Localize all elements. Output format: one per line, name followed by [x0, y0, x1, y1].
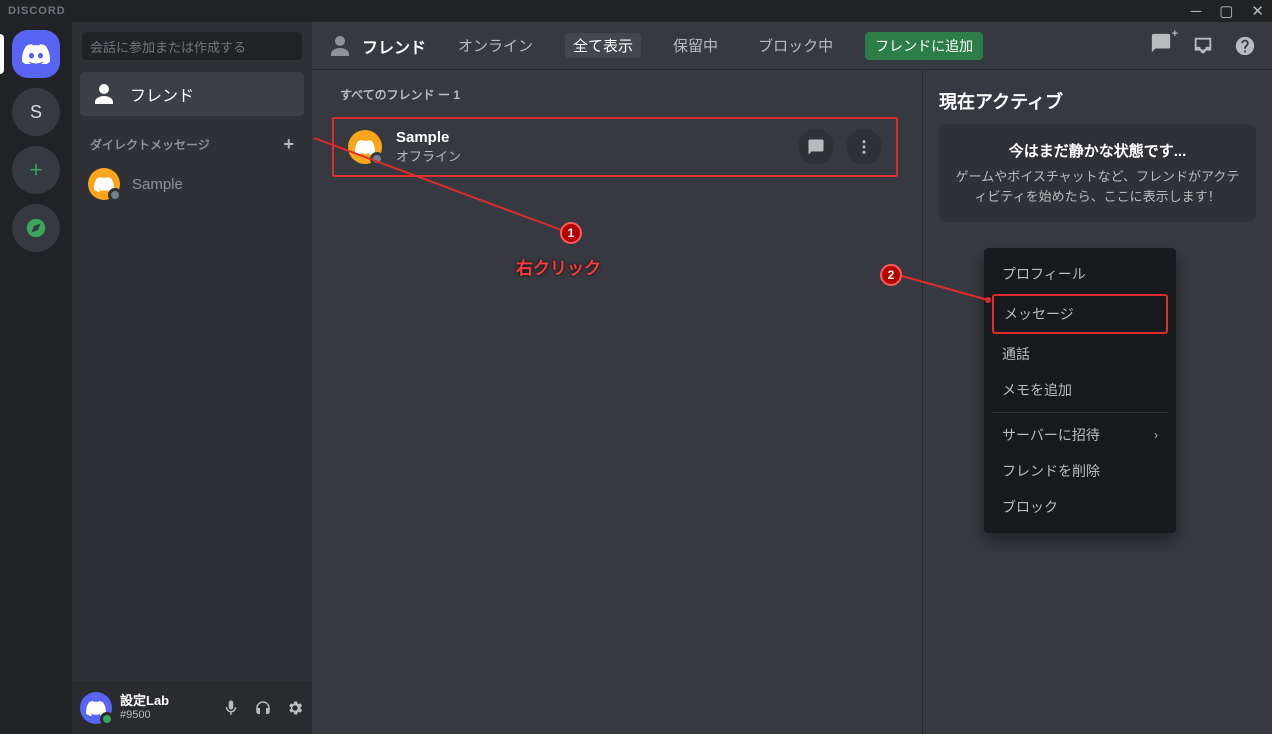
cm-remove-friend[interactable]: フレンドを削除 [992, 453, 1168, 489]
cm-message[interactable]: メッセージ [992, 294, 1168, 334]
chevron-right-icon: › [1154, 428, 1158, 442]
dm-item-sample[interactable]: Sample [80, 162, 304, 206]
cm-invite[interactable]: サーバーに招待 › [992, 417, 1168, 453]
avatar [88, 168, 120, 200]
user-info[interactable]: 設定Lab #9500 [120, 693, 169, 722]
tab-online[interactable]: オンライン [450, 33, 541, 58]
find-conversation-input[interactable]: 会話に参加または作成する [82, 32, 302, 60]
cm-block[interactable]: ブロック [992, 489, 1168, 525]
dm-section-header: ダイレクトメッセージ + [72, 118, 312, 161]
new-group-dm-icon[interactable]: + [1150, 32, 1172, 59]
home-button[interactable] [12, 30, 60, 78]
mute-mic-icon[interactable] [222, 699, 240, 717]
cm-profile[interactable]: プロフィール [992, 256, 1168, 292]
close-button[interactable]: ✕ [1251, 4, 1264, 19]
window-controls: ─ ▢ ✕ [1191, 4, 1264, 19]
annotation-lines [312, 70, 1012, 370]
friends-title: フレンド [328, 34, 426, 58]
status-online-icon [100, 712, 114, 726]
deafen-icon[interactable] [254, 699, 272, 717]
tab-pending[interactable]: 保留中 [665, 33, 726, 58]
friends-icon [328, 34, 352, 58]
create-dm-button[interactable]: + [283, 134, 294, 155]
app-brand: DISCORD [8, 5, 66, 17]
tab-all[interactable]: 全て表示 [565, 33, 641, 58]
context-menu: プロフィール メッセージ 通話 メモを追加 サーバーに招待 › フレンドを削除 … [984, 248, 1176, 533]
main-area: フレンド オンライン 全て表示 保留中 ブロック中 フレンドに追加 + すべての… [312, 22, 1272, 734]
cm-add-note[interactable]: メモを追加 [992, 372, 1168, 408]
friends-list-container: すべてのフレンド ー 1 Sample オフライン [312, 70, 922, 734]
help-icon[interactable] [1234, 35, 1256, 57]
minimize-button[interactable]: ─ [1191, 4, 1202, 19]
friends-header: フレンド オンライン 全て表示 保留中 ブロック中 フレンドに追加 + [312, 22, 1272, 70]
user-avatar[interactable] [80, 692, 112, 724]
add-server-button[interactable]: + [12, 146, 60, 194]
dm-sidebar: 会話に参加または作成する フレンド ダイレクトメッセージ + Sample 設定… [72, 22, 312, 734]
tab-blocked[interactable]: ブロック中 [750, 33, 841, 58]
maximize-button[interactable]: ▢ [1219, 4, 1233, 19]
friends-nav-item[interactable]: フレンド [80, 72, 304, 116]
server-list: S + [0, 22, 72, 734]
add-friend-button[interactable]: フレンドに追加 [865, 32, 983, 60]
user-settings-icon[interactable] [286, 699, 304, 717]
explore-button[interactable] [12, 204, 60, 252]
separator [992, 412, 1168, 413]
cm-call[interactable]: 通話 [992, 336, 1168, 372]
inbox-icon[interactable] [1192, 35, 1214, 57]
status-offline-icon [108, 188, 122, 202]
server-s[interactable]: S [12, 88, 60, 136]
user-panel: 設定Lab #9500 [72, 681, 312, 734]
title-bar: DISCORD ─ ▢ ✕ [0, 0, 1272, 22]
